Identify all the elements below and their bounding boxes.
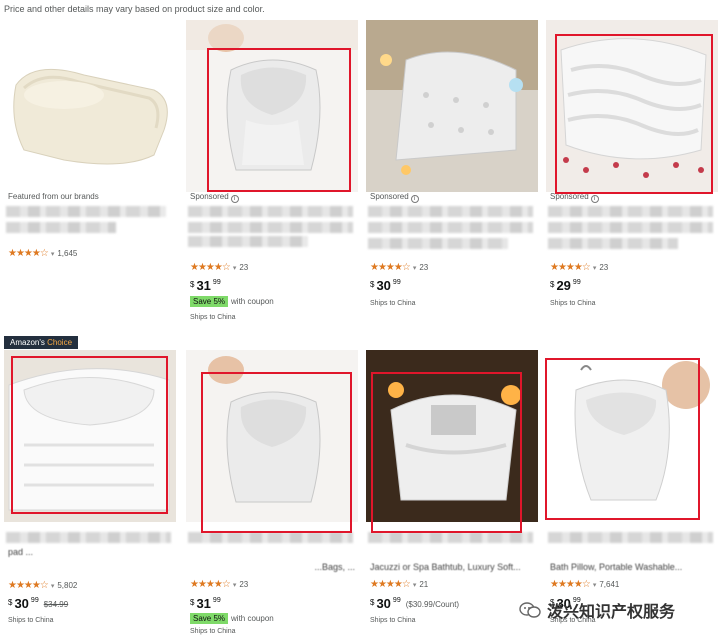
rating[interactable]: ★★★★☆ ▾ 21 bbox=[370, 579, 428, 590]
blurred-title-line[interactable] bbox=[188, 206, 353, 217]
unit-price: ($30.99/Count) bbox=[405, 600, 460, 609]
review-count: 5,802 bbox=[57, 581, 78, 590]
price[interactable]: $29 99 bbox=[550, 278, 581, 293]
price[interactable]: $30 99 ($30.99/Count) bbox=[370, 596, 459, 611]
review-count: 1,645 bbox=[57, 249, 78, 258]
rating[interactable]: ★★★★☆ ▾ 23 bbox=[370, 262, 428, 273]
coupon-tag: Save 5% bbox=[190, 296, 229, 307]
star-rating-icon: ★★★★☆ bbox=[8, 580, 49, 591]
sponsored-label: Sponsored i bbox=[370, 192, 419, 203]
rating[interactable]: ★★★★☆ ▾ 7,641 bbox=[550, 579, 619, 590]
blurred-title-line[interactable] bbox=[368, 532, 533, 543]
blurred-title-line[interactable] bbox=[188, 236, 308, 247]
chevron-down-icon: ▾ bbox=[232, 264, 237, 272]
info-icon[interactable]: i bbox=[410, 195, 419, 203]
product-card-4[interactable]: Sponsored i ★★★★☆ ▾ 23 $29 99 Ships to Chi… bbox=[546, 20, 718, 320]
sponsored-label: Sponsored i bbox=[550, 192, 599, 203]
price[interactable]: $31 99 bbox=[190, 278, 221, 293]
review-count: 21 bbox=[419, 580, 429, 589]
coupon-tag: Save 5% bbox=[190, 613, 229, 624]
product-image-6[interactable] bbox=[186, 350, 358, 522]
chevron-down-icon: ▾ bbox=[412, 264, 417, 272]
watermark-text: 泼兴知识产权服务 bbox=[547, 604, 676, 621]
rating[interactable]: ★★★★☆ ▾ 23 bbox=[190, 579, 248, 590]
rating[interactable]: ★★★★☆ ▾ 5,802 bbox=[8, 580, 77, 591]
review-count: 23 bbox=[419, 263, 429, 272]
rating[interactable]: ★★★★☆ ▾ 23 bbox=[550, 262, 608, 273]
chevron-down-icon: ▾ bbox=[412, 581, 417, 589]
ships-to-text: Ships to China bbox=[550, 300, 596, 307]
blurred-title-line[interactable] bbox=[188, 222, 353, 233]
price[interactable]: $30 99 bbox=[370, 278, 401, 293]
product-image-4[interactable] bbox=[546, 20, 718, 192]
ships-to-text: Ships to China bbox=[190, 314, 236, 321]
product-card-2[interactable]: Sponsored i ★★★★☆ ▾ 23 $31 99 Save 5% with… bbox=[186, 20, 358, 321]
product-card-7[interactable]: Jacuzzi or Spa Bathtub, Luxury Soft... ★… bbox=[366, 336, 538, 636]
info-icon[interactable]: i bbox=[590, 195, 599, 203]
rating[interactable]: ★★★★☆ ▾ 1,645 bbox=[8, 248, 77, 259]
info-icon[interactable]: i bbox=[230, 195, 239, 203]
star-rating-icon: ★★★★☆ bbox=[550, 262, 591, 273]
price[interactable]: $31 99 bbox=[190, 596, 221, 611]
list-price: $34.99 bbox=[43, 600, 69, 609]
price[interactable]: $30 99 $34.99 bbox=[8, 596, 68, 611]
blurred-title-line[interactable] bbox=[368, 238, 508, 249]
blurred-title-line[interactable] bbox=[188, 532, 353, 543]
ships-to-text: Ships to China bbox=[190, 628, 236, 635]
review-count: 23 bbox=[239, 580, 249, 589]
wechat-icon bbox=[519, 602, 541, 618]
blurred-title-line[interactable] bbox=[548, 222, 713, 233]
star-rating-icon: ★★★★☆ bbox=[190, 579, 231, 590]
featured-label: Featured from our brands bbox=[8, 192, 99, 201]
chevron-down-icon: ▾ bbox=[50, 582, 55, 590]
product-image-8[interactable] bbox=[546, 350, 718, 522]
blurred-title-line[interactable] bbox=[548, 238, 678, 249]
star-rating-icon: ★★★★☆ bbox=[370, 262, 411, 273]
blurred-title-line[interactable] bbox=[6, 206, 166, 217]
chevron-down-icon: ▾ bbox=[50, 250, 55, 258]
coupon[interactable]: Save 5% with coupon bbox=[190, 296, 274, 307]
chevron-down-icon: ▾ bbox=[232, 581, 237, 589]
product-title-snippet[interactable]: pad ... bbox=[8, 547, 173, 557]
blurred-title-line[interactable] bbox=[548, 532, 713, 543]
product-title-snippet[interactable]: Jacuzzi or Spa Bathtub, Luxury Soft... bbox=[370, 562, 535, 572]
ships-to-text: Ships to China bbox=[8, 617, 54, 624]
chevron-down-icon: ▾ bbox=[592, 264, 597, 272]
star-rating-icon: ★★★★☆ bbox=[190, 262, 231, 273]
rating[interactable]: ★★★★☆ ▾ 23 bbox=[190, 262, 248, 273]
product-card-3[interactable]: Sponsored i ★★★★☆ ▾ 23 $30 99 Ships to Chi… bbox=[366, 20, 538, 320]
product-card-5[interactable]: Amazon's Choice pad ... ★★★★☆ ▾ 5,802 $3… bbox=[4, 336, 176, 636]
review-count: 23 bbox=[599, 263, 609, 272]
coupon[interactable]: Save 5% with coupon bbox=[190, 613, 274, 624]
blurred-title-line[interactable] bbox=[6, 222, 116, 233]
star-rating-icon: ★★★★☆ bbox=[8, 248, 49, 259]
review-count: 23 bbox=[239, 263, 249, 272]
blurred-title-line[interactable] bbox=[368, 206, 533, 217]
product-image-2[interactable] bbox=[186, 20, 358, 192]
blurred-title-line[interactable] bbox=[368, 222, 533, 233]
product-image-1[interactable] bbox=[4, 20, 176, 192]
product-image-5[interactable] bbox=[4, 350, 176, 522]
chevron-down-icon: ▾ bbox=[592, 581, 597, 589]
blurred-title-line[interactable] bbox=[548, 206, 713, 217]
amazons-choice-badge: Amazon's Choice bbox=[4, 336, 79, 349]
watermark: 泼兴知识产权服务 bbox=[519, 598, 675, 622]
product-image-7[interactable] bbox=[366, 350, 538, 522]
star-rating-icon: ★★★★☆ bbox=[550, 579, 591, 590]
product-image-3[interactable] bbox=[366, 20, 538, 192]
ships-to-text: Ships to China bbox=[370, 617, 416, 624]
review-count: 7,641 bbox=[599, 580, 620, 589]
ships-to-text: Ships to China bbox=[370, 300, 416, 307]
sponsored-label: Sponsored i bbox=[190, 192, 239, 203]
star-rating-icon: ★★★★☆ bbox=[370, 579, 411, 590]
product-card-1[interactable]: Featured from our brands ★★★★☆ ▾ 1,645 bbox=[4, 20, 176, 320]
product-title-snippet[interactable]: ...Bags, ... bbox=[190, 562, 355, 572]
product-title-snippet[interactable]: Bath Pillow, Portable Washable... bbox=[550, 562, 715, 572]
blurred-title-line[interactable] bbox=[6, 532, 171, 543]
disclaimer-text: Price and other details may vary based o… bbox=[4, 4, 265, 14]
product-card-8[interactable]: Bath Pillow, Portable Washable... ★★★★☆ … bbox=[546, 336, 718, 636]
product-card-6[interactable]: ...Bags, ... ★★★★☆ ▾ 23 $31 99 Save 5% wi… bbox=[186, 336, 358, 636]
